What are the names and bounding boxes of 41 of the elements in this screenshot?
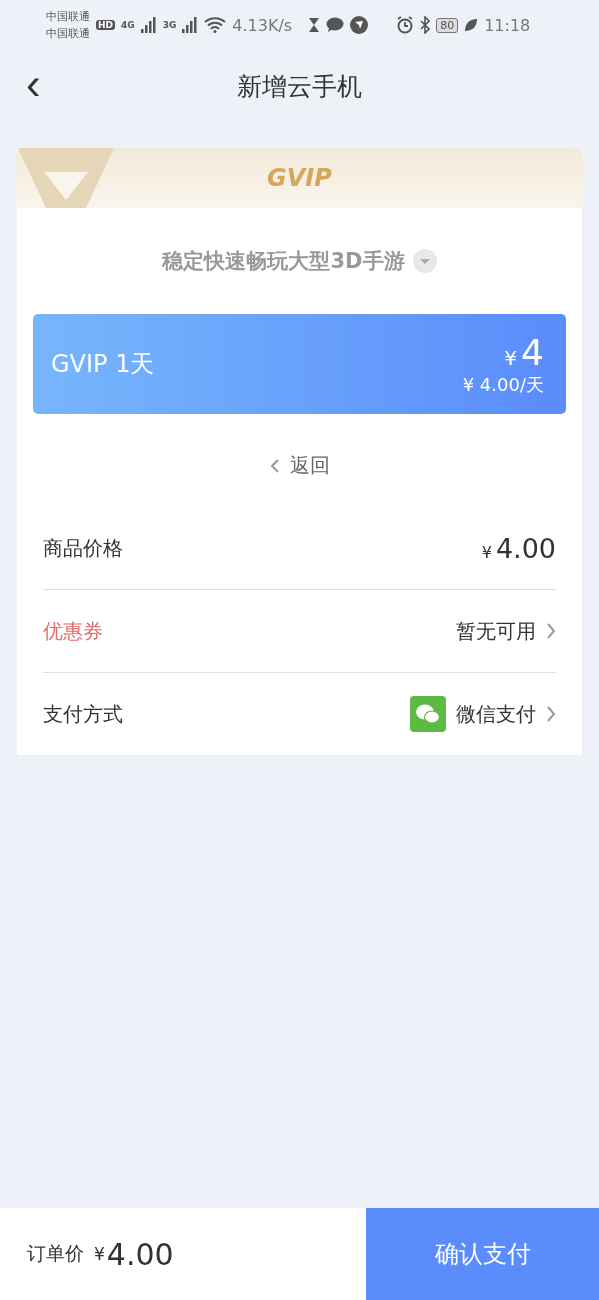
carrier-name: 中国联通	[46, 9, 90, 25]
page-title: 新增云手机	[237, 70, 362, 103]
carrier-name: 中国联通	[46, 26, 90, 42]
order-price-label: 订单价	[27, 1241, 84, 1266]
order-amount: 4.00	[106, 1236, 174, 1272]
payment-selector[interactable]: 微信支付	[410, 696, 556, 732]
back-button[interactable]: ‹	[20, 64, 47, 104]
network-type: 4G	[121, 20, 135, 30]
currency-symbol: ¥	[94, 1244, 105, 1264]
wechat-icon	[410, 696, 446, 732]
return-link[interactable]: 返回	[269, 452, 330, 479]
alarm-icon	[396, 16, 415, 34]
currency-symbol: ¥	[481, 542, 492, 562]
signal-icon	[182, 17, 199, 33]
chevron-icon	[546, 622, 556, 640]
daily-price: ¥ 4.00/天	[462, 372, 544, 397]
row-label: 支付方式	[43, 700, 123, 728]
row-label: 优惠券	[43, 617, 103, 645]
bluetooth-icon	[420, 16, 431, 34]
hourglass-icon	[308, 17, 321, 33]
network-type: 3G	[162, 20, 177, 30]
hd-badge: HD	[96, 20, 115, 30]
chevron-icon	[546, 705, 556, 723]
battery-indicator: 80	[436, 17, 459, 33]
plan-category: 稳定快速畅玩大型3D手游	[162, 248, 405, 275]
clock-time: 11:18	[484, 15, 531, 35]
arrow-badge-icon	[350, 16, 369, 34]
signal-icon	[140, 17, 157, 33]
chat-bubble-icon	[326, 17, 345, 33]
wifi-icon	[204, 17, 227, 33]
leaf-icon	[464, 18, 479, 32]
plan-price: 4	[521, 331, 544, 373]
plan-name: GVIP 1天	[51, 349, 155, 380]
network-speed: 4.13K/s	[232, 15, 293, 35]
dropdown-icon[interactable]	[412, 249, 437, 273]
price-value: 4.00	[495, 532, 556, 564]
coupon-selector[interactable]: 暂无可用	[456, 617, 556, 645]
row-label: 商品价格	[43, 534, 123, 562]
gvip-logo: GVIP	[267, 164, 332, 192]
chevron-left-icon	[269, 457, 280, 474]
currency-symbol: ¥	[504, 345, 518, 370]
